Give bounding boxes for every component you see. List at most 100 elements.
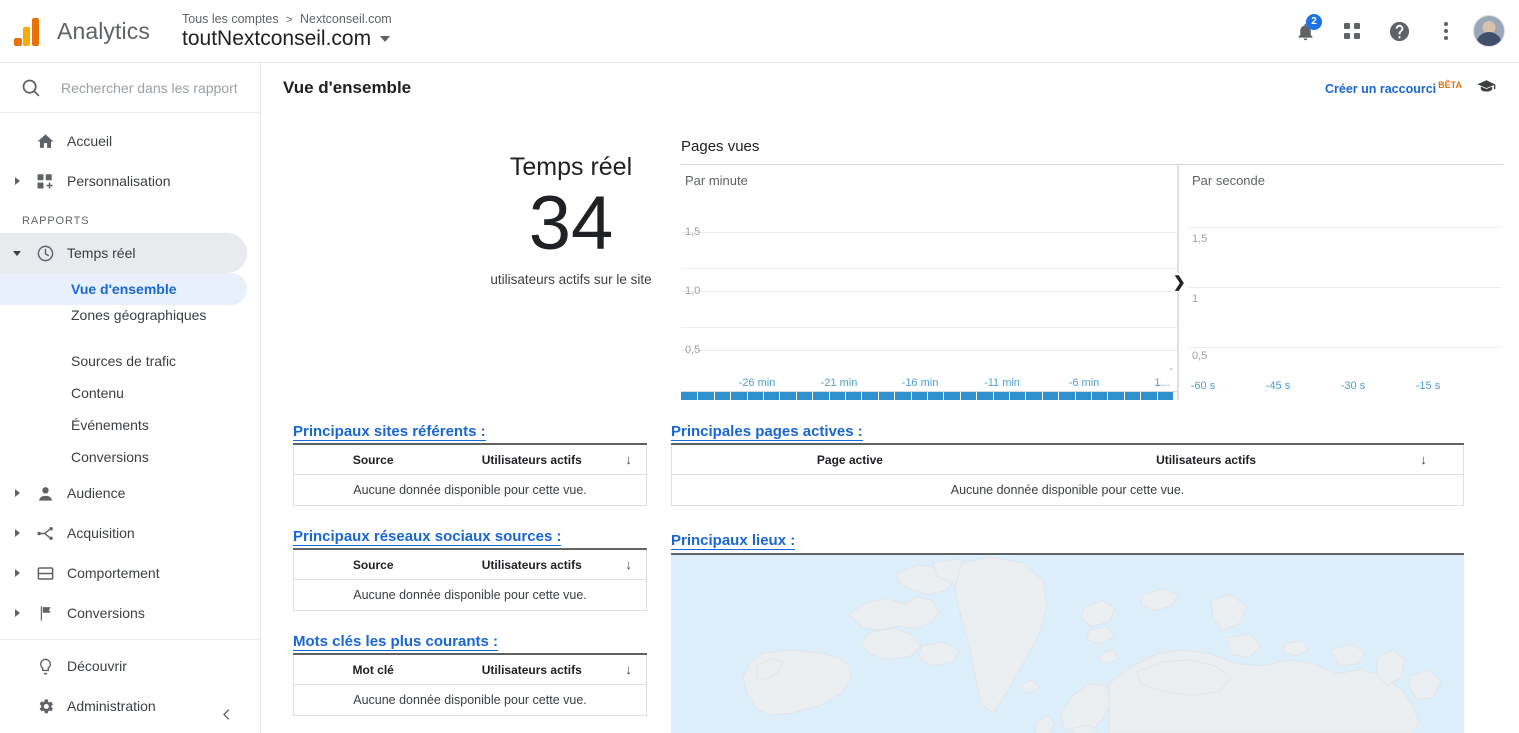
chevron-right-icon[interactable] <box>6 529 28 537</box>
more-options-icon <box>1444 22 1448 40</box>
chevron-right-icon[interactable] <box>6 609 28 617</box>
chevron-right-icon[interactable] <box>6 569 28 577</box>
column-header-active-users[interactable]: Utilisateurs actifs <box>452 549 612 580</box>
bar-separator <box>1058 392 1059 400</box>
page-title: Vue d'ensemble <box>283 78 412 97</box>
sidebar-item-temps-reel[interactable]: Temps réel <box>0 233 247 273</box>
sidebar-item-label: Temps réel <box>67 245 136 261</box>
search-input[interactable] <box>59 78 239 97</box>
sidebar-item-contenu[interactable]: Contenu <box>0 377 247 409</box>
column-header-active-page[interactable]: Page active <box>671 444 1028 475</box>
sidebar-item-label: Conversions <box>67 605 145 621</box>
sidebar-item-conversions-rt[interactable]: Conversions <box>0 441 247 473</box>
sidebar-search[interactable] <box>0 63 260 113</box>
top-active-pages-panel: Principales pages actives : Page active … <box>671 423 1464 506</box>
sidebar-item-zones-geographiques[interactable]: Zones géographiques <box>0 305 247 345</box>
column-header-active-users[interactable]: Utilisateurs actifs <box>452 654 612 685</box>
sidebar-item-sources-de-trafic[interactable]: Sources de trafic <box>0 345 247 377</box>
create-shortcut-button[interactable]: Créer un raccourci BÊTA <box>1325 80 1462 96</box>
x-tick-label: -30 s <box>1340 380 1366 392</box>
property-selector[interactable]: toutNextconseil.com <box>182 27 392 51</box>
beta-badge: BÊTA <box>1438 79 1462 90</box>
table-header-row: Page active Utilisateurs actifs ↓ <box>671 444 1464 475</box>
table-row: Aucune donnée disponible pour cette vue. <box>294 475 647 506</box>
x-tick-label: -21 min <box>820 377 858 389</box>
sidebar-item-administration[interactable]: Administration <box>0 686 247 726</box>
top-social-panel: Principaux réseaux sociaux sources : Sou… <box>293 528 647 611</box>
product-name: Analytics <box>57 17 150 44</box>
sidebar-item-vue-densemble[interactable]: Vue d'ensemble <box>0 273 247 305</box>
x-tick-label: -16 min <box>901 377 939 389</box>
top-active-pages-heading[interactable]: Principales pages actives : <box>671 423 863 441</box>
apps-button[interactable] <box>1332 11 1372 51</box>
breadcrumb-all-accounts[interactable]: Tous les comptes <box>182 12 279 26</box>
y-tick-label: 0,5 <box>1192 350 1208 362</box>
create-shortcut-label: Créer un raccourci <box>1324 82 1437 97</box>
column-header-keyword[interactable]: Mot clé <box>293 654 453 685</box>
sidebar-item-personnalisation[interactable]: Personnalisation <box>0 161 247 201</box>
table-header-row: Source Utilisateurs actifs ↓ <box>293 549 647 580</box>
top-social-table: Source Utilisateurs actifs ↓ Aucune donn… <box>293 548 647 611</box>
sidebar-collapse-button[interactable] <box>219 707 234 727</box>
column-header-source[interactable]: Source <box>293 444 453 475</box>
bar-separator <box>1025 392 1026 400</box>
lightbulb-icon <box>28 657 62 676</box>
table-header-row: Source Utilisateurs actifs ↓ <box>293 444 647 475</box>
logo-area[interactable]: Analytics <box>0 16 168 46</box>
chevron-down-icon[interactable] <box>6 250 28 256</box>
chevron-right-icon[interactable]: ❯ <box>1173 273 1186 292</box>
pageviews-charts: Pages vues Par minute 1,5 1,0 0,5 - -26 … <box>681 138 1503 400</box>
locations-map[interactable] <box>671 553 1464 733</box>
sidebar-item-comportement[interactable]: Comportement <box>0 553 247 593</box>
sidebar-item-conversions[interactable]: Conversions <box>0 593 247 633</box>
sidebar-item-accueil[interactable]: Accueil <box>0 121 247 161</box>
column-header-source[interactable]: Source <box>293 549 453 580</box>
chevron-right-icon[interactable] <box>6 177 28 185</box>
x-tick-label: -60 s <box>1190 380 1216 392</box>
sidebar-item-label: Accueil <box>67 133 113 149</box>
bar-separator <box>730 392 731 400</box>
column-header-active-users[interactable]: Utilisateurs actifs <box>452 444 612 475</box>
y-tick-label: 1,5 <box>1192 233 1208 245</box>
acquisition-icon <box>28 524 62 543</box>
top-social-heading[interactable]: Principaux réseaux sociaux sources : <box>293 528 562 546</box>
chevron-right-icon[interactable] <box>6 489 28 497</box>
sidebar-item-decouvrir[interactable]: Découvrir <box>0 646 247 686</box>
top-referrers-heading[interactable]: Principaux sites référents : <box>293 423 486 441</box>
bar-separator <box>960 392 961 400</box>
chart-per-second[interactable]: Par seconde 1,5 1 0,5 -60 s -45 s -30 s … <box>1178 165 1502 400</box>
sort-arrow-icon[interactable]: ↓ <box>611 654 647 685</box>
academy-button[interactable] <box>1476 75 1497 101</box>
behavior-icon <box>28 564 62 583</box>
bar-separator <box>829 392 830 400</box>
sidebar: Accueil Personnalisation RAPPORTS Temps … <box>0 63 261 733</box>
more-options-button[interactable] <box>1426 11 1466 51</box>
x-tick-label: -26 min <box>738 377 776 389</box>
top-locations-heading[interactable]: Principaux lieux : <box>671 532 796 550</box>
top-keywords-heading[interactable]: Mots clés les plus courants : <box>293 633 499 651</box>
top-bar-actions: 2 <box>1285 11 1519 51</box>
sort-arrow-icon[interactable]: ↓ <box>1384 444 1464 475</box>
y-tick-label: 0,5 <box>685 344 701 356</box>
notifications-button[interactable]: 2 <box>1285 11 1325 51</box>
bar-separator <box>976 392 977 400</box>
sort-arrow-icon[interactable]: ↓ <box>611 549 647 580</box>
bar-separator <box>1042 392 1043 400</box>
column-header-active-users[interactable]: Utilisateurs actifs <box>1027 444 1385 475</box>
sidebar-item-audience[interactable]: Audience <box>0 473 247 513</box>
sidebar-item-acquisition[interactable]: Acquisition <box>0 513 247 553</box>
top-locations-panel: Principaux lieux : <box>671 532 1464 552</box>
avatar[interactable] <box>1473 15 1505 47</box>
bar-separator <box>1075 392 1076 400</box>
sidebar-section-label: RAPPORTS <box>22 215 90 227</box>
sidebar-item-label: Audience <box>67 485 126 501</box>
chart-per-minute[interactable]: Par minute 1,5 1,0 0,5 - -26 min -21 min… <box>681 165 1178 400</box>
sidebar-item-label: Zones géographiques <box>71 307 207 323</box>
breadcrumb-account[interactable]: Nextconseil.com <box>300 12 392 26</box>
bar-separator <box>861 392 862 400</box>
sort-arrow-icon[interactable]: ↓ <box>611 444 647 475</box>
table-row: Aucune donnée disponible pour cette vue. <box>672 475 1464 506</box>
bar-separator <box>1140 392 1141 400</box>
help-button[interactable] <box>1379 11 1419 51</box>
sidebar-item-evenements[interactable]: Événements <box>0 409 247 441</box>
